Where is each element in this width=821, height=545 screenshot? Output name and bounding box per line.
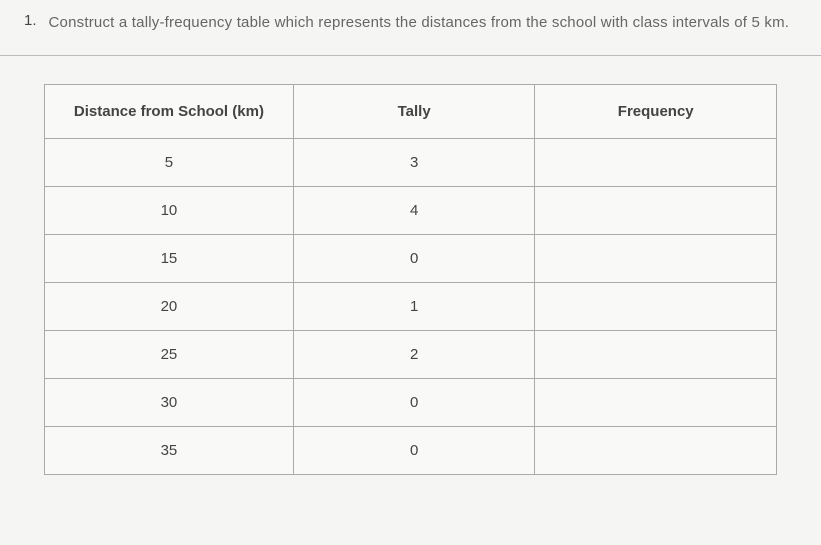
table-row: 5 3: [45, 138, 777, 186]
cell-distance: 5: [45, 138, 294, 186]
tally-frequency-table-container: Distance from School (km) Tally Frequenc…: [24, 84, 797, 475]
cell-distance: 30: [45, 378, 294, 426]
table-body: 5 3 10 4 15 0 20 1 25 2: [45, 138, 777, 474]
cell-distance: 10: [45, 186, 294, 234]
header-distance: Distance from School (km): [45, 84, 294, 138]
cell-distance: 35: [45, 426, 294, 474]
cell-tally: 0: [293, 426, 535, 474]
cell-frequency[interactable]: [535, 138, 777, 186]
cell-tally: 0: [293, 234, 535, 282]
divider: [0, 55, 821, 56]
cell-tally: 0: [293, 378, 535, 426]
question-number: 1.: [24, 12, 37, 35]
question-block: 1. Construct a tally-frequency table whi…: [24, 12, 797, 35]
cell-tally: 4: [293, 186, 535, 234]
cell-frequency[interactable]: [535, 186, 777, 234]
cell-distance: 25: [45, 330, 294, 378]
cell-distance: 20: [45, 282, 294, 330]
question-text: Construct a tally-frequency table which …: [49, 12, 790, 35]
cell-frequency[interactable]: [535, 426, 777, 474]
header-tally: Tally: [293, 84, 535, 138]
table-row: 25 2: [45, 330, 777, 378]
table-row: 30 0: [45, 378, 777, 426]
tally-frequency-table: Distance from School (km) Tally Frequenc…: [44, 84, 777, 475]
cell-frequency[interactable]: [535, 282, 777, 330]
table-row: 15 0: [45, 234, 777, 282]
cell-frequency[interactable]: [535, 330, 777, 378]
cell-distance: 15: [45, 234, 294, 282]
cell-frequency[interactable]: [535, 378, 777, 426]
cell-tally: 2: [293, 330, 535, 378]
table-row: 35 0: [45, 426, 777, 474]
table-row: 10 4: [45, 186, 777, 234]
table-header-row: Distance from School (km) Tally Frequenc…: [45, 84, 777, 138]
cell-tally: 3: [293, 138, 535, 186]
cell-frequency[interactable]: [535, 234, 777, 282]
cell-tally: 1: [293, 282, 535, 330]
table-row: 20 1: [45, 282, 777, 330]
header-frequency: Frequency: [535, 84, 777, 138]
